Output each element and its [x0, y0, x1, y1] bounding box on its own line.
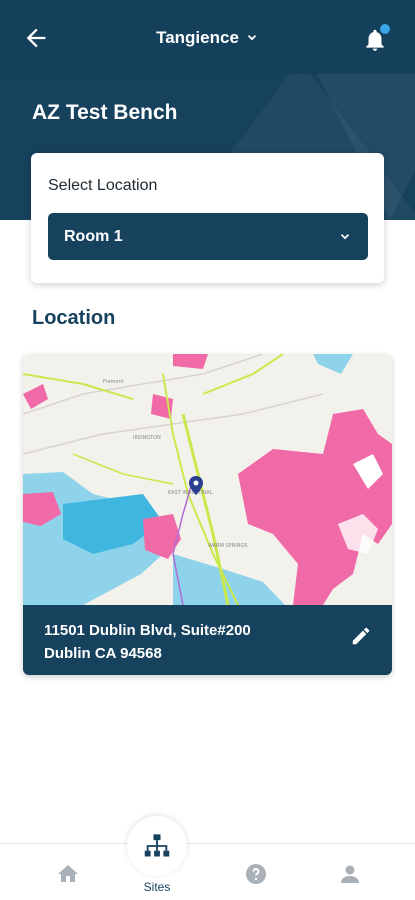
location-section-title: Location — [32, 307, 116, 329]
edit-address-button[interactable] — [350, 625, 374, 649]
location-dropdown-value: Room 1 — [64, 227, 123, 245]
help-icon — [246, 864, 266, 884]
top-app-bar: Tangience — [0, 0, 415, 74]
location-map[interactable]: Fremont IRVINGTON EAST INDUSTRIAL WARM S… — [23, 354, 392, 605]
user-icon — [341, 865, 359, 883]
chevron-down-icon — [340, 233, 350, 239]
notification-badge — [380, 24, 390, 34]
location-map-card: Fremont IRVINGTON EAST INDUSTRIAL WARM S… — [23, 354, 392, 675]
nav-sites-label: Sites — [143, 880, 171, 894]
map-label: WARM SPRINGS — [208, 543, 247, 549]
map-label: IRVINGTON — [133, 435, 161, 441]
address-line-2: Dublin CA 94568 — [44, 645, 162, 662]
chevron-down-icon — [247, 35, 257, 41]
address-bar: 11501 Dublin Blvd, Suite#200 Dublin CA 9… — [23, 605, 392, 675]
map-label: Fremont — [103, 379, 124, 385]
org-switcher[interactable]: Tangience — [156, 28, 259, 48]
map-label: EAST INDUSTRIAL — [168, 490, 213, 496]
arrow-left-icon — [26, 28, 46, 48]
location-dropdown[interactable]: Room 1 — [48, 213, 368, 260]
location-select-card: Select Location Room 1 — [31, 153, 384, 283]
back-button[interactable] — [22, 24, 50, 52]
select-location-label: Select Location — [48, 177, 158, 194]
page-title: AZ Test Bench — [32, 101, 178, 124]
sitemap-icon — [144, 834, 170, 857]
notifications-button[interactable] — [362, 24, 392, 54]
nav-sites[interactable] — [127, 816, 187, 876]
address-line-1: 11501 Dublin Blvd, Suite#200 — [44, 622, 251, 639]
nav-profile[interactable] — [320, 844, 380, 900]
org-name: Tangience — [156, 28, 239, 47]
nav-help[interactable] — [226, 844, 286, 900]
nav-home[interactable] — [38, 844, 98, 900]
pencil-icon — [352, 627, 370, 645]
bottom-navigation — [0, 843, 415, 900]
home-icon — [58, 865, 78, 882]
